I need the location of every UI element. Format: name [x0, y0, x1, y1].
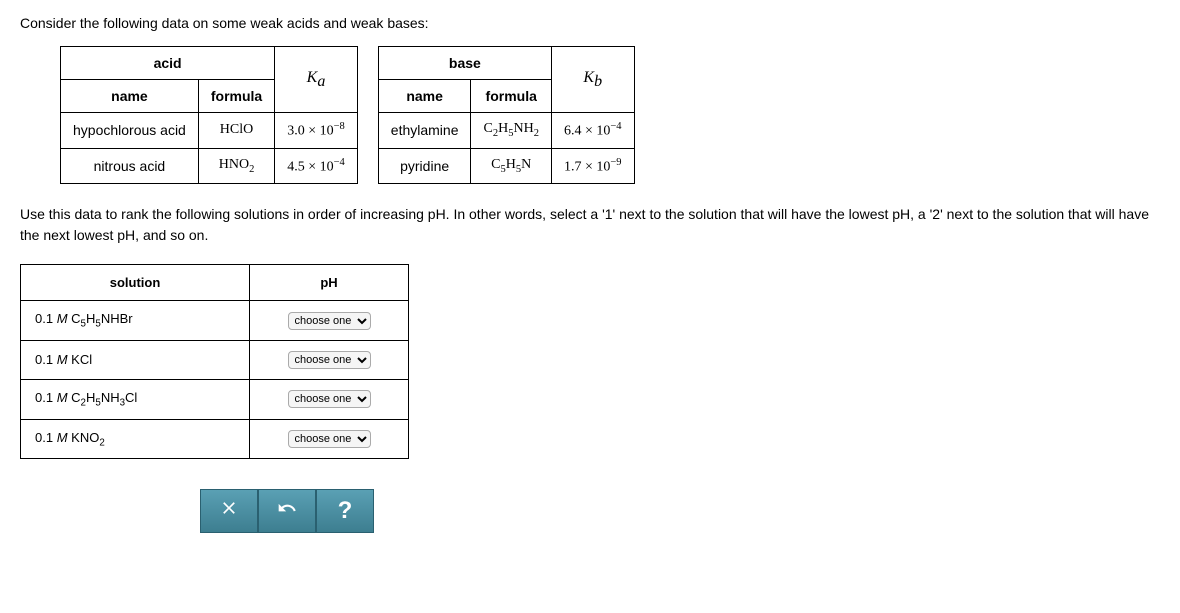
action-buttons: ?	[200, 489, 1160, 533]
acid-formula: HClO	[198, 113, 274, 149]
acid-name: hypochlorous acid	[61, 113, 199, 149]
table-row: hypochlorous acid HClO 3.0 × 10−8	[61, 113, 358, 149]
table-row: ethylamine C2H5NH2 6.4 × 10−4	[378, 113, 634, 149]
base-formula-head: formula	[471, 80, 551, 113]
ph-select[interactable]: choose one	[288, 351, 371, 369]
base-kb: 6.4 × 10−4	[551, 113, 634, 149]
ph-select[interactable]: choose one	[288, 430, 371, 448]
help-button[interactable]: ?	[316, 489, 374, 533]
base-kb: 1.7 × 10−9	[551, 148, 634, 184]
clear-button[interactable]	[200, 489, 258, 533]
ph-select[interactable]: choose one	[288, 312, 371, 330]
acid-ka: 4.5 × 10−4	[275, 148, 358, 184]
acid-table: acid Ka name formula hypochlorous acid H…	[60, 46, 358, 184]
solution-cell: 0.1 M C2H5NH3Cl	[21, 379, 250, 419]
table-row: pyridine C5H5N 1.7 × 10−9	[378, 148, 634, 184]
solution-cell: 0.1 M KNO2	[21, 419, 250, 459]
intro-text: Consider the following data on some weak…	[20, 15, 1160, 31]
acid-name-head: name	[61, 80, 199, 113]
ph-select[interactable]: choose one	[288, 390, 371, 408]
table-row: 0.1 M KNO2 choose one	[21, 419, 409, 459]
solution-head: solution	[21, 265, 250, 301]
table-row: 0.1 M KCl choose one	[21, 340, 409, 379]
acid-formula: HNO2	[198, 148, 274, 184]
base-name: pyridine	[378, 148, 471, 184]
reference-tables: acid Ka name formula hypochlorous acid H…	[60, 46, 1160, 184]
x-icon	[219, 498, 239, 524]
base-table: base Kb name formula ethylamine C2H5NH2 …	[378, 46, 635, 184]
acid-formula-head: formula	[198, 80, 274, 113]
base-name-head: name	[378, 80, 471, 113]
solution-cell: 0.1 M KCl	[21, 340, 250, 379]
table-row: nitrous acid HNO2 4.5 × 10−4	[61, 148, 358, 184]
acid-k-head: Ka	[275, 47, 358, 113]
instructions-text: Use this data to rank the following solu…	[20, 204, 1160, 246]
answer-table: solution pH 0.1 M C5H5NHBr choose one 0.…	[20, 264, 409, 459]
base-name: ethylamine	[378, 113, 471, 149]
table-row: 0.1 M C2H5NH3Cl choose one	[21, 379, 409, 419]
base-formula: C2H5NH2	[471, 113, 551, 149]
reset-button[interactable]	[258, 489, 316, 533]
question-icon: ?	[338, 497, 353, 525]
undo-icon	[277, 498, 297, 524]
base-formula: C5H5N	[471, 148, 551, 184]
ph-head: pH	[250, 265, 409, 301]
acid-head: acid	[61, 47, 275, 80]
base-head: base	[378, 47, 551, 80]
acid-ka: 3.0 × 10−8	[275, 113, 358, 149]
base-k-head: Kb	[551, 47, 634, 113]
table-row: 0.1 M C5H5NHBr choose one	[21, 301, 409, 341]
acid-name: nitrous acid	[61, 148, 199, 184]
solution-cell: 0.1 M C5H5NHBr	[21, 301, 250, 341]
